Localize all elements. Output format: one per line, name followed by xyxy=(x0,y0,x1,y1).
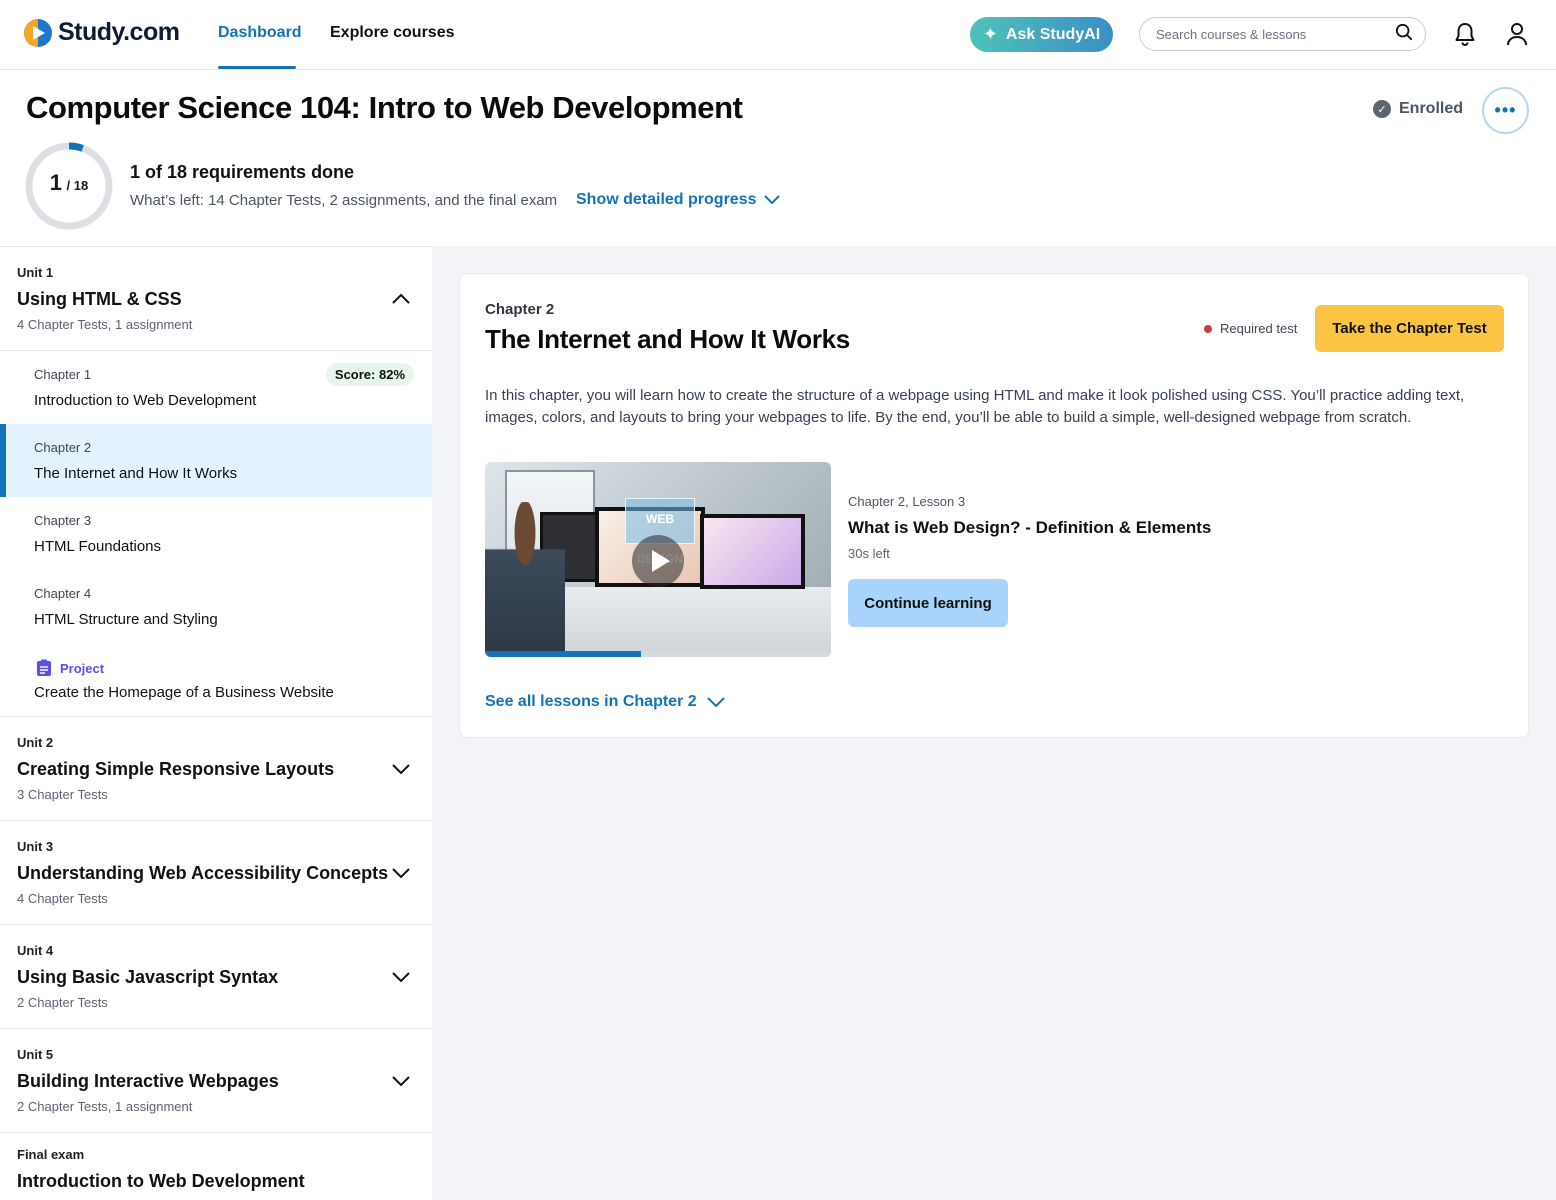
required-test-indicator: Required test xyxy=(1204,321,1297,336)
unit-meta: 2 Chapter Tests, 1 assignment xyxy=(17,1099,193,1114)
play-icon[interactable] xyxy=(632,535,684,587)
logo-icon xyxy=(24,18,52,47)
unit-title: Using Basic Javascript Syntax xyxy=(17,967,279,987)
unit-title: Building Interactive Webpages xyxy=(17,1071,279,1091)
chapter-title: HTML Structure and Styling xyxy=(34,611,218,628)
chapter-title: Introduction to Web Development xyxy=(34,392,257,409)
unit-1-header[interactable]: Unit 1 Using HTML & CSS 4 Chapter Tests,… xyxy=(0,247,432,351)
unit-3-header[interactable]: Unit 3 Understanding Web Accessibility C… xyxy=(0,821,432,925)
check-circle-icon: ✓ xyxy=(1373,100,1391,118)
required-test-label: Required test xyxy=(1220,321,1298,336)
clipboard-icon xyxy=(37,659,51,676)
chevron-down-icon[interactable] xyxy=(392,972,410,983)
video-progress-fill xyxy=(485,651,641,657)
requirements-remaining: What’s left: 14 Chapter Tests, 2 assignm… xyxy=(130,192,558,209)
unit-meta: 3 Chapter Tests xyxy=(17,787,108,802)
enrolled-status: ✓ Enrolled xyxy=(1373,100,1463,118)
lesson-title[interactable]: What is Web Design? - Definition & Eleme… xyxy=(848,518,1211,538)
project-label-text: Project xyxy=(60,660,105,676)
unit-2-header[interactable]: Unit 2 Creating Simple Responsive Layout… xyxy=(0,717,432,821)
chapter-label: Chapter 1 xyxy=(34,367,92,382)
ask-studyai-label: Ask StudyAI xyxy=(1005,25,1101,43)
final-exam-title: Introduction to Web Development xyxy=(17,1171,305,1191)
unit-title: Understanding Web Accessibility Concepts xyxy=(17,863,389,883)
take-chapter-test-button[interactable]: Take the Chapter Test xyxy=(1315,305,1504,352)
chapter-2-item[interactable]: Chapter 2 The Internet and How It Works xyxy=(0,424,432,497)
nav-dashboard[interactable]: Dashboard xyxy=(218,24,302,42)
person-graphic xyxy=(485,502,565,657)
bell-icon[interactable] xyxy=(1451,20,1479,48)
show-detailed-progress-label: Show detailed progress xyxy=(576,191,757,208)
show-detailed-progress-link[interactable]: Show detailed progress xyxy=(576,191,780,209)
ask-studyai-button[interactable]: ✦ Ask StudyAI xyxy=(970,17,1113,52)
progress-count: 1 / 18 xyxy=(24,170,114,196)
see-all-lessons-link[interactable]: See all lessons in Chapter 2 xyxy=(485,693,725,711)
chevron-down-icon xyxy=(707,697,725,707)
monitor-graphic xyxy=(700,514,805,589)
lesson-time-left: 30s left xyxy=(848,546,890,561)
chevron-down-icon[interactable] xyxy=(392,1076,410,1087)
chevron-down-icon[interactable] xyxy=(392,868,410,879)
top-nav: Study.com Dashboard Explore courses ✦ As… xyxy=(0,0,1556,70)
logo-text: Study.com xyxy=(58,18,180,46)
chapter-3-item[interactable]: Chapter 3 HTML Foundations xyxy=(0,497,432,570)
unit-meta: 4 Chapter Tests, 1 assignment xyxy=(17,317,193,332)
project-label: Project xyxy=(36,659,104,677)
chapter-label: Chapter 3 xyxy=(34,513,92,528)
progress-done: 1 xyxy=(49,170,63,195)
user-icon[interactable] xyxy=(1503,20,1531,48)
more-options-button[interactable]: ••• xyxy=(1482,87,1529,134)
lesson-label: Chapter 2, Lesson 3 xyxy=(848,494,966,509)
chapter-title: HTML Foundations xyxy=(34,538,162,555)
unit-4-header[interactable]: Unit 4 Using Basic Javascript Syntax 2 C… xyxy=(0,925,432,1029)
final-exam-header[interactable]: Final exam Introduction to Web Developme… xyxy=(0,1133,432,1200)
search-input[interactable] xyxy=(1156,26,1395,42)
chevron-down-icon xyxy=(764,195,780,205)
chapter-description: In this chapter, you will learn how to c… xyxy=(485,387,1465,426)
unit-label: Unit 3 xyxy=(17,839,54,854)
unit-label: Unit 4 xyxy=(17,943,54,958)
chapter-1-item[interactable]: Chapter 1 Introduction to Web Developmen… xyxy=(0,351,432,424)
final-exam-label: Final exam xyxy=(17,1147,85,1162)
unit-title: Creating Simple Responsive Layouts xyxy=(17,759,335,779)
unit-label: Unit 2 xyxy=(17,735,54,750)
unit-title: Using HTML & CSS xyxy=(17,289,182,309)
chapter-label: Chapter 4 xyxy=(34,586,92,601)
search-icon[interactable] xyxy=(1395,23,1413,46)
required-dot-icon xyxy=(1204,324,1212,333)
requirements-summary: 1 of 18 requirements done xyxy=(130,162,355,182)
video-progress-bar xyxy=(485,651,831,657)
unit-label: Unit 1 xyxy=(17,265,54,280)
chevron-up-icon[interactable] xyxy=(392,293,410,304)
project-title: Create the Homepage of a Business Websit… xyxy=(34,684,334,701)
enrolled-label: Enrolled xyxy=(1399,100,1464,117)
unit-label: Unit 5 xyxy=(17,1047,54,1062)
search-box xyxy=(1139,17,1426,51)
see-all-lessons-label: See all lessons in Chapter 2 xyxy=(485,693,697,710)
chapter-title: The Internet and How It Works xyxy=(34,465,238,482)
course-title: Computer Science 104: Intro to Web Devel… xyxy=(26,90,743,125)
nav-explore-courses[interactable]: Explore courses xyxy=(330,24,455,42)
chapter-label: Chapter 2 xyxy=(34,440,92,455)
chapter-label: Chapter 2 xyxy=(485,301,555,318)
unit-meta: 2 Chapter Tests xyxy=(17,995,108,1010)
study-logo[interactable]: Study.com xyxy=(24,18,180,47)
course-outline-sidebar: Unit 1 Using HTML & CSS 4 Chapter Tests,… xyxy=(0,246,432,1200)
continue-learning-button[interactable]: Continue learning xyxy=(848,579,1008,627)
chapter-4-item[interactable]: Chapter 4 HTML Structure and Styling xyxy=(0,570,432,643)
chapter-title: The Internet and How It Works xyxy=(485,324,850,354)
lesson-video-thumbnail[interactable]: WEB DESIGN xyxy=(485,462,831,657)
chapter-card: Chapter 2 The Internet and How It Works … xyxy=(459,273,1529,738)
score-badge: Score: 82% xyxy=(325,363,414,386)
project-item[interactable]: Project Create the Homepage of a Busines… xyxy=(0,643,432,717)
unit-meta: 4 Chapter Tests xyxy=(17,891,108,906)
nav-active-indicator xyxy=(218,66,296,69)
chevron-down-icon[interactable] xyxy=(392,764,410,775)
progress-total: / 18 xyxy=(66,178,89,193)
sparkle-icon: ✦ xyxy=(982,24,998,44)
unit-5-header[interactable]: Unit 5 Building Interactive Webpages 2 C… xyxy=(0,1029,432,1133)
